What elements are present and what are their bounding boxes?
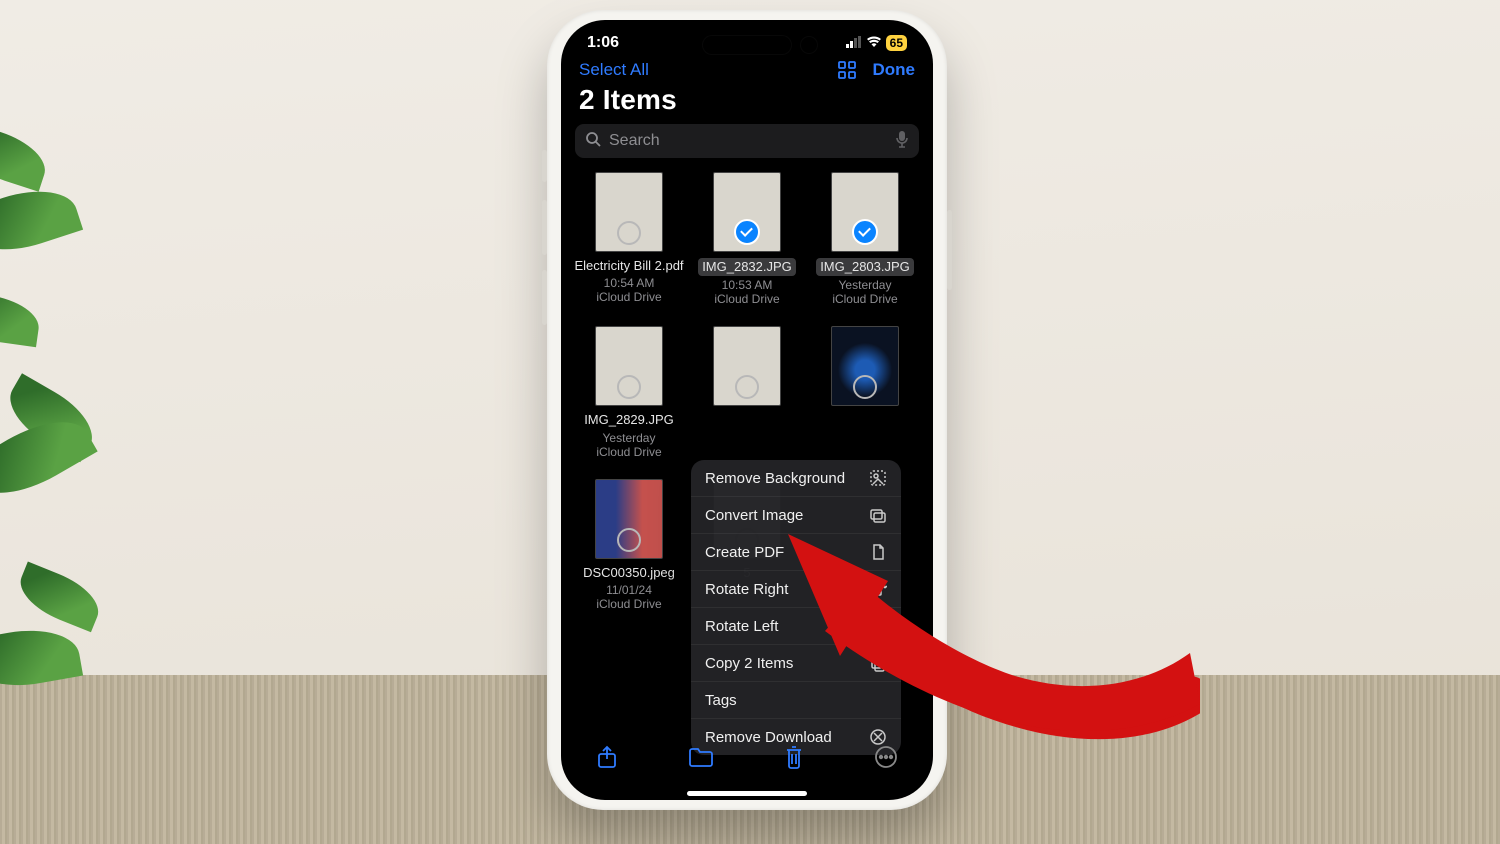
phone-frame: 1:06 65 Select All Done 2 Items bbox=[547, 10, 947, 810]
file-subline: 10:54 AM bbox=[604, 276, 655, 290]
context-menu-label: Rotate Right bbox=[705, 581, 788, 598]
file-subline: Yesterday bbox=[839, 278, 892, 292]
context-menu-label: Remove Background bbox=[705, 470, 845, 487]
context-menu-label: Copy 2 Items bbox=[705, 655, 793, 672]
view-mode-icon[interactable] bbox=[837, 60, 857, 80]
remove-bg-icon bbox=[869, 469, 887, 487]
trash-icon[interactable] bbox=[784, 745, 804, 775]
file-name: IMG_2803.JPG bbox=[816, 258, 914, 276]
phone-button bbox=[542, 270, 547, 325]
file-name: IMG_2832.JPG bbox=[698, 258, 796, 276]
dynamic-island bbox=[703, 36, 791, 54]
search-input[interactable]: Search bbox=[575, 124, 919, 158]
select-ring-icon bbox=[853, 375, 877, 399]
select-ring-icon bbox=[617, 375, 641, 399]
context-menu-item[interactable]: Remove Background bbox=[691, 460, 901, 497]
file-location: iCloud Drive bbox=[832, 292, 897, 306]
done-button[interactable]: Done bbox=[873, 60, 916, 80]
file-thumbnail bbox=[831, 172, 899, 252]
select-ring-icon bbox=[617, 221, 641, 245]
context-menu-label: Create PDF bbox=[705, 544, 784, 561]
file-item[interactable] bbox=[809, 326, 921, 458]
selected-check-icon bbox=[734, 219, 760, 245]
convert-image-icon bbox=[869, 506, 887, 524]
file-location: iCloud Drive bbox=[596, 290, 661, 304]
file-thumbnail bbox=[595, 172, 663, 252]
file-subline: 10:53 AM bbox=[722, 278, 773, 292]
mic-icon[interactable] bbox=[895, 130, 909, 153]
search-icon bbox=[585, 131, 601, 152]
home-indicator[interactable] bbox=[687, 791, 807, 796]
context-menu-item[interactable]: Tags bbox=[691, 682, 901, 719]
file-thumbnail bbox=[595, 326, 663, 406]
context-menu-item[interactable]: Rotate Left bbox=[691, 608, 901, 645]
signal-icon bbox=[846, 36, 862, 51]
context-menu: Remove Background Convert Image Create PDF… bbox=[691, 460, 901, 755]
select-ring-icon bbox=[617, 528, 641, 552]
selected-check-icon bbox=[852, 219, 878, 245]
context-menu-item[interactable]: Rotate Right bbox=[691, 571, 901, 608]
file-item[interactable]: DSC00350.jpeg 11/01/24iCloud Drive bbox=[573, 479, 685, 611]
copy-icon bbox=[869, 654, 887, 672]
phone-button bbox=[542, 150, 547, 182]
file-item[interactable]: IMG_2803.JPG YesterdayiCloud Drive bbox=[809, 172, 921, 306]
file-name: DSC00350.jpeg bbox=[583, 565, 675, 581]
file-thumbnail bbox=[713, 326, 781, 406]
file-subline: 11/01/24 bbox=[606, 583, 652, 597]
file-item[interactable]: IMG_2832.JPG 10:53 AMiCloud Drive bbox=[691, 172, 803, 306]
bottom-toolbar bbox=[561, 732, 933, 788]
file-subline: Yesterday bbox=[603, 431, 656, 445]
file-thumbnail bbox=[595, 479, 663, 559]
nav-bar: Select All Done bbox=[561, 54, 933, 80]
file-item[interactable]: IMG_2829.JPG YesterdayiCloud Drive bbox=[573, 326, 685, 458]
status-time: 1:06 bbox=[587, 34, 619, 52]
select-ring-icon bbox=[735, 375, 759, 399]
page-title: 2 Items bbox=[561, 80, 933, 122]
context-menu-label: Tags bbox=[705, 692, 737, 709]
file-location: iCloud Drive bbox=[596, 445, 661, 459]
folder-icon[interactable] bbox=[688, 747, 714, 773]
file-thumbnail bbox=[831, 326, 899, 406]
file-location: iCloud Drive bbox=[596, 597, 661, 611]
phone-screen: 1:06 65 Select All Done 2 Items bbox=[561, 20, 933, 800]
context-menu-item[interactable]: Convert Image bbox=[691, 497, 901, 534]
context-menu-item[interactable]: Create PDF bbox=[691, 534, 901, 571]
create-pdf-icon bbox=[869, 543, 887, 561]
phone-button bbox=[542, 200, 547, 255]
file-location: iCloud Drive bbox=[714, 292, 779, 306]
context-menu-label: Rotate Left bbox=[705, 618, 778, 635]
phone-button bbox=[947, 210, 952, 290]
search-placeholder: Search bbox=[609, 132, 660, 150]
battery-level: 65 bbox=[886, 35, 907, 51]
file-item[interactable]: Electricity Bill 2.pdf 10:54 AMiCloud Dri… bbox=[573, 172, 685, 306]
file-name: Electricity Bill 2.pdf bbox=[574, 258, 683, 274]
file-item[interactable] bbox=[691, 326, 803, 458]
file-thumbnail bbox=[713, 172, 781, 252]
context-menu-item[interactable]: Copy 2 Items bbox=[691, 645, 901, 682]
select-all-button[interactable]: Select All bbox=[579, 60, 649, 80]
share-icon[interactable] bbox=[596, 745, 618, 775]
more-icon[interactable] bbox=[874, 745, 898, 775]
context-menu-label: Convert Image bbox=[705, 507, 803, 524]
rotate-left-icon bbox=[869, 617, 887, 635]
tags-icon bbox=[869, 691, 887, 709]
wifi-icon bbox=[866, 36, 882, 51]
rotate-right-icon bbox=[869, 580, 887, 598]
file-name: IMG_2829.JPG bbox=[584, 412, 674, 428]
